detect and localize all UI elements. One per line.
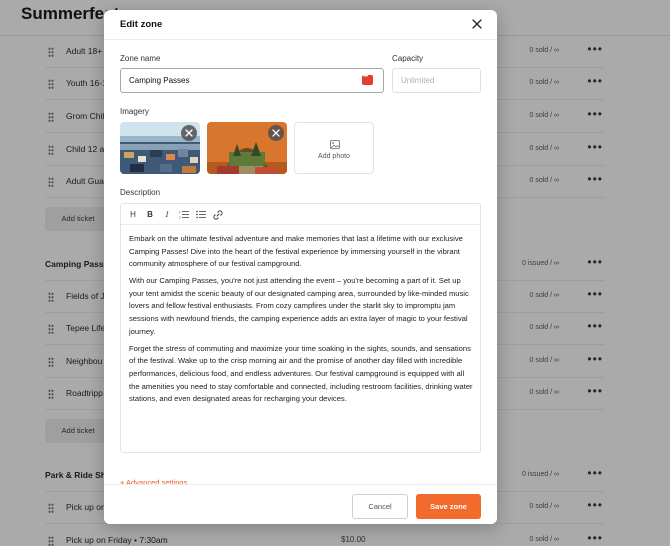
bullet-list-button[interactable] [195,209,207,220]
link-button[interactable] [212,209,224,220]
description-paragraph: Forget the stress of commuting and maxim… [129,343,473,404]
capacity-label: Capacity [392,54,424,63]
remove-image-button[interactable] [181,125,197,141]
add-photo-label: Add photo [318,153,350,160]
zone-name-input[interactable] [120,68,384,93]
editor-content[interactable]: Embark on the ultimate festival adventur… [129,233,474,410]
description-editor[interactable]: H B I 1 2 Embark on the ultimate festiva… [120,203,481,453]
remove-image-button[interactable] [268,125,284,141]
description-label: Description [120,188,161,197]
editor-toolbar: H B I 1 2 [121,204,480,225]
bullet-list-icon [196,210,206,219]
ordered-list-icon: 1 2 [179,210,189,219]
description-paragraph: Embark on the ultimate festival adventur… [129,234,463,269]
close-icon[interactable] [471,18,483,30]
modal-title: Edit zone [120,19,163,30]
image-icon [330,140,340,149]
svg-text:2: 2 [179,216,181,220]
password-manager-icon[interactable] [362,74,373,85]
link-icon [213,210,223,219]
edit-zone-modal: Edit zone Zone name Capacity Imagery [104,10,497,524]
description-paragraph: With our Camping Passes, you're not just… [129,276,469,336]
close-icon [185,129,193,137]
svg-text:1: 1 [179,210,181,214]
capacity-input[interactable] [392,68,481,93]
add-photo-button[interactable]: Add photo [294,122,374,174]
image-thumbnail-crowd[interactable] [120,122,200,174]
cancel-button[interactable]: Cancel [352,494,408,519]
zone-name-label: Zone name [120,54,161,63]
image-thumbnail-tent[interactable] [207,122,287,174]
heading-button[interactable]: H [127,209,139,220]
modal-header: Edit zone [104,10,497,40]
modal-footer: Cancel Save zone [104,484,497,524]
imagery-label: Imagery [120,107,149,116]
save-zone-button[interactable]: Save zone [416,494,481,519]
italic-button[interactable]: I [161,209,173,220]
ordered-list-button[interactable]: 1 2 [178,209,190,220]
close-icon [272,129,280,137]
bold-button[interactable]: B [144,209,156,220]
